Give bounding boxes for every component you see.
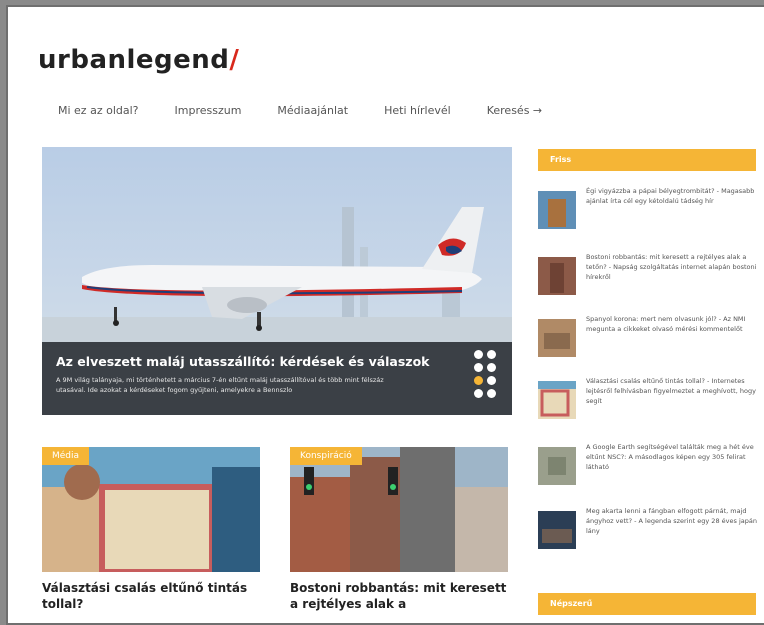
- sidebar-heading-popular: Népszerű: [538, 593, 756, 615]
- sidebar-heading-friss: Friss: [538, 149, 756, 171]
- article-title[interactable]: Bostoni robbantás: mit keresett a rejtél…: [290, 580, 510, 612]
- slider-dot[interactable]: [474, 389, 483, 398]
- sidebar-item-text: Bostoni robbantás: mit keresett a rejtél…: [586, 253, 757, 281]
- thumbnail: [538, 511, 576, 549]
- thumbnail: [538, 257, 576, 295]
- nav-impresszum[interactable]: Impresszum: [175, 104, 242, 117]
- slider-dot-active[interactable]: [474, 376, 483, 385]
- logo-mark: /: [229, 45, 240, 75]
- thumbnail: [538, 447, 576, 485]
- hero-title[interactable]: Az elveszett maláj utasszállító: kérdése…: [56, 354, 430, 369]
- thumbnail: [538, 381, 576, 419]
- sidebar-item[interactable]: A Google Earth segítségével találták meg…: [538, 443, 758, 491]
- sidebar-item-text: Választási csalás eltűnő tintás tollal? …: [586, 377, 756, 405]
- sidebar-item-text: Égi vigyázzba a pápai bélyegtrombitát? -…: [586, 187, 755, 205]
- article-title[interactable]: Választási csalás eltűnő tintás tollal?: [42, 580, 262, 612]
- nav-about[interactable]: Mi ez az oldal?: [58, 104, 139, 117]
- nav-newsletter[interactable]: Heti hírlevél: [384, 104, 451, 117]
- main-nav: Mi ez az oldal? Impresszum Médiaajánlat …: [58, 104, 542, 117]
- slider-dot[interactable]: [474, 363, 483, 372]
- sidebar-item[interactable]: Meg akarta lenni a fángban elfogott párn…: [538, 507, 758, 555]
- browser-page: urbanlegend/ Mi ez az oldal? Impresszum …: [6, 5, 764, 625]
- hero-slider[interactable]: Az elveszett maláj utasszállító: kérdése…: [42, 147, 512, 415]
- nav-media-offer[interactable]: Médiaajánlat: [277, 104, 348, 117]
- slider-dot[interactable]: [474, 350, 483, 359]
- category-badge[interactable]: Konspiráció: [290, 447, 362, 465]
- site-logo[interactable]: urbanlegend/: [38, 45, 239, 75]
- hero-subtitle: A 9M világ talányaja, mi történhetett a …: [56, 376, 384, 394]
- sidebar-item[interactable]: Választási csalás eltűnő tintás tollal? …: [538, 377, 758, 425]
- hero-caption: Az elveszett maláj utasszállító: kérdése…: [42, 342, 512, 415]
- nav-search[interactable]: Keresés →: [487, 104, 542, 117]
- article-card-conspiracy[interactable]: Konspiráció: [290, 447, 508, 572]
- slider-dots: [474, 350, 496, 398]
- category-badge[interactable]: Média: [42, 447, 90, 465]
- logo-text: urbanlegend: [38, 45, 230, 75]
- sidebar-item-text: Spanyol korona: mert nem olvasunk jól? -…: [586, 315, 746, 333]
- sidebar-item[interactable]: Spanyol korona: mert nem olvasunk jól? -…: [538, 315, 758, 363]
- sidebar-item-text: Meg akarta lenni a fángban elfogott párn…: [586, 507, 757, 535]
- sidebar-item-text: A Google Earth segítségével találták meg…: [586, 443, 754, 471]
- slider-dot[interactable]: [487, 376, 496, 385]
- article-card-media[interactable]: Média: [42, 447, 260, 572]
- article-image: [290, 447, 508, 572]
- slider-dot[interactable]: [487, 363, 496, 372]
- thumbnail: [538, 191, 576, 229]
- sidebar-item[interactable]: Bostoni robbantás: mit keresett a rejtél…: [538, 253, 758, 301]
- article-image: [42, 447, 260, 572]
- thumbnail: [538, 319, 576, 357]
- slider-dot[interactable]: [487, 389, 496, 398]
- sidebar-item[interactable]: Égi vigyázzba a pápai bélyegtrombitát? -…: [538, 187, 758, 235]
- slider-dot[interactable]: [487, 350, 496, 359]
